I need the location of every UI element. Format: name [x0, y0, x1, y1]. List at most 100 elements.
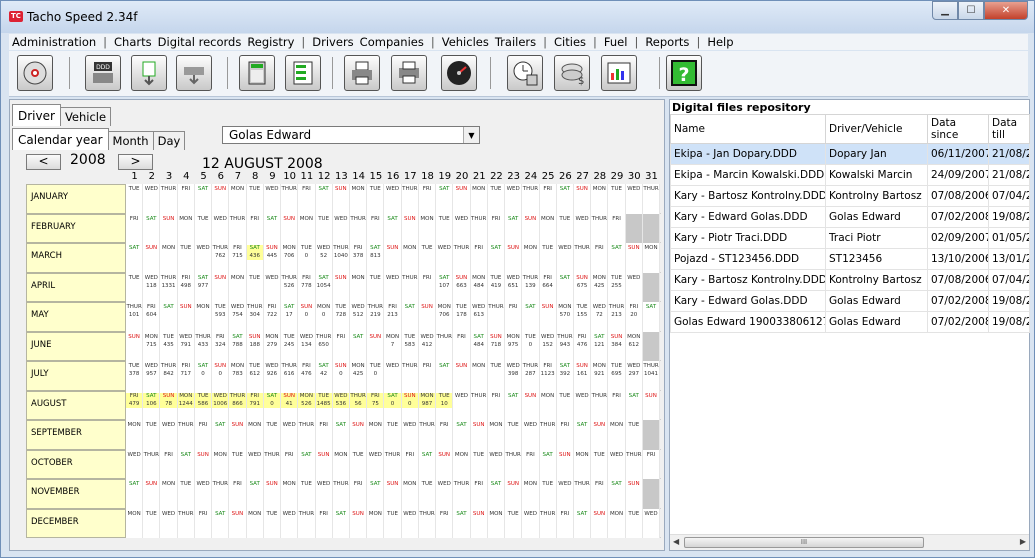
day-cell[interactable]: WED	[625, 272, 643, 302]
day-cell[interactable]: FRI	[246, 213, 264, 243]
day-cell[interactable]: SAT	[143, 213, 161, 243]
day-cell[interactable]: MON	[367, 508, 385, 538]
day-cell[interactable]: SUN	[315, 449, 333, 479]
horizontal-scrollbar[interactable]: ◀ III ▶	[670, 534, 1029, 550]
day-cell[interactable]: THUR 526	[281, 272, 299, 302]
day-cell[interactable]: SUN	[436, 449, 454, 479]
day-cell[interactable]: TUE 612	[246, 361, 264, 391]
day-cell[interactable]: WED	[453, 390, 471, 420]
minimize-button[interactable]: ▁	[932, 1, 958, 20]
day-cell[interactable]: WED	[194, 243, 213, 273]
day-cell[interactable]: FRI	[556, 420, 574, 450]
day-cell[interactable]: SAT 0	[384, 390, 402, 420]
day-cell[interactable]: MON 425	[591, 272, 609, 302]
day-cell[interactable]: MON	[177, 213, 195, 243]
day-cell[interactable]: THUR 433	[194, 331, 213, 361]
day-cell[interactable]: TUE	[194, 213, 213, 243]
file-row[interactable]: Ekipa - Marcin Kowalski.DDD Kowalski Marc…	[670, 164, 1030, 186]
day-cell[interactable]: TUE	[487, 361, 506, 391]
day-cell[interactable]: WED 613	[470, 302, 488, 332]
day-cell[interactable]: MON	[367, 420, 385, 450]
day-cell[interactable]: TUE 0	[298, 243, 316, 273]
day-cell[interactable]: FRI	[608, 390, 626, 420]
day-cell[interactable]: MON 783	[229, 361, 247, 391]
day-cell[interactable]: SAT 0	[263, 390, 282, 420]
day-cell[interactable]: SUN 41	[281, 390, 299, 420]
day-cell[interactable]: SUN	[453, 184, 471, 214]
day-cell[interactable]: TUE	[625, 508, 643, 538]
day-cell[interactable]: SUN	[126, 331, 144, 361]
day-cell[interactable]: THUR 1041	[642, 361, 661, 391]
day-cell[interactable]: THUR 287	[522, 361, 540, 391]
day-cell[interactable]: SUN	[143, 243, 161, 273]
scroll-right-icon[interactable]: ▶	[1020, 537, 1026, 546]
day-cell[interactable]: SUN	[212, 184, 230, 214]
next-year-button[interactable]: >	[118, 154, 153, 170]
day-cell[interactable]: SUN	[522, 213, 540, 243]
day-cell[interactable]: MON	[349, 272, 368, 302]
file-row[interactable]: Kary - Edward Golas.DDD Golas Edward 07/02…	[670, 290, 1030, 312]
day-cell[interactable]: THUR 616	[281, 361, 299, 391]
day-cell[interactable]: MON	[160, 243, 178, 273]
day-cell[interactable]: FRI	[194, 508, 213, 538]
day-cell[interactable]: SUN	[177, 302, 195, 332]
day-cell[interactable]: TUE 378	[126, 361, 144, 391]
day-cell[interactable]: THUR	[470, 213, 488, 243]
day-cell[interactable]: SUN	[367, 331, 385, 361]
day-cell[interactable]: MON 706	[436, 302, 454, 332]
day-cell[interactable]: SUN 78	[160, 390, 178, 420]
day-cell[interactable]: SAT 484	[470, 331, 488, 361]
title-bar[interactable]: TC Tacho Speed 2.34f ▁ ☐ ✕	[1, 1, 1034, 33]
menu-help[interactable]: Help	[704, 35, 736, 49]
day-cell[interactable]: MON	[539, 390, 557, 420]
column-header[interactable]: Driver/Vehicle	[825, 114, 928, 144]
day-cell[interactable]: SUN	[332, 272, 350, 302]
day-cell[interactable]: SUN	[332, 184, 350, 214]
day-cell[interactable]: MON 1244	[177, 390, 195, 420]
day-cell[interactable]: SAT	[505, 390, 523, 420]
day-cell[interactable]: THUR	[160, 184, 178, 214]
day-cell[interactable]: FRI	[591, 479, 609, 509]
scrollbar-thumb[interactable]: III	[684, 537, 924, 548]
day-cell[interactable]: WED 398	[505, 361, 523, 391]
day-cell[interactable]: SUN	[591, 508, 609, 538]
day-cell[interactable]: SUN 0	[401, 390, 419, 420]
day-cell[interactable]: FRI 498	[177, 272, 195, 302]
day-cell[interactable]: TUE	[349, 449, 368, 479]
menu-vehicles[interactable]: Vehicles	[439, 35, 492, 49]
day-cell[interactable]: SUN 445	[263, 243, 282, 273]
day-cell[interactable]: THUR 219	[367, 302, 385, 332]
day-cell[interactable]: SAT	[556, 272, 574, 302]
day-cell[interactable]: SAT 1054	[315, 272, 333, 302]
day-cell[interactable]: TUE	[591, 449, 609, 479]
day-cell[interactable]: MON	[487, 420, 506, 450]
day-cell[interactable]: SAT 0	[194, 361, 213, 391]
day-cell[interactable]: SAT 788	[229, 331, 247, 361]
day-cell[interactable]: MON	[401, 479, 419, 509]
day-cell[interactable]: FRI 715	[229, 243, 247, 273]
day-cell[interactable]: SAT	[298, 449, 316, 479]
day-cell[interactable]: FRI 324	[212, 331, 230, 361]
day-cell[interactable]: SAT	[522, 302, 540, 332]
day-cell[interactable]: SAT	[126, 479, 144, 509]
day-cell[interactable]: THUR 866	[229, 390, 247, 420]
tab-vehicle[interactable]: Vehicle	[59, 107, 112, 126]
day-cell[interactable]: THUR	[212, 479, 230, 509]
day-cell[interactable]: THUR	[470, 390, 488, 420]
day-cell[interactable]: THUR	[298, 508, 316, 538]
day-cell[interactable]: TUE	[539, 479, 557, 509]
day-cell[interactable]: MON	[453, 449, 471, 479]
day-cell[interactable]: MON	[281, 479, 299, 509]
day-cell[interactable]: MON	[126, 508, 144, 538]
day-cell[interactable]: THUR	[505, 449, 523, 479]
menu-registry[interactable]: Registry	[244, 35, 297, 49]
file-row[interactable]: Kary - Piotr Traci.DDD Traci Piotr 02/09/2…	[670, 227, 1030, 249]
day-cell[interactable]: TUE	[487, 184, 506, 214]
menu-fuel[interactable]: Fuel	[601, 35, 631, 49]
day-cell[interactable]: WED	[384, 272, 402, 302]
day-cell[interactable]: THUR	[539, 420, 557, 450]
day-cell[interactable]: WED	[556, 243, 574, 273]
day-cell[interactable]: THUR	[349, 213, 368, 243]
day-cell[interactable]: TUE 583	[401, 331, 419, 361]
day-cell[interactable]: FRI 722	[263, 302, 282, 332]
